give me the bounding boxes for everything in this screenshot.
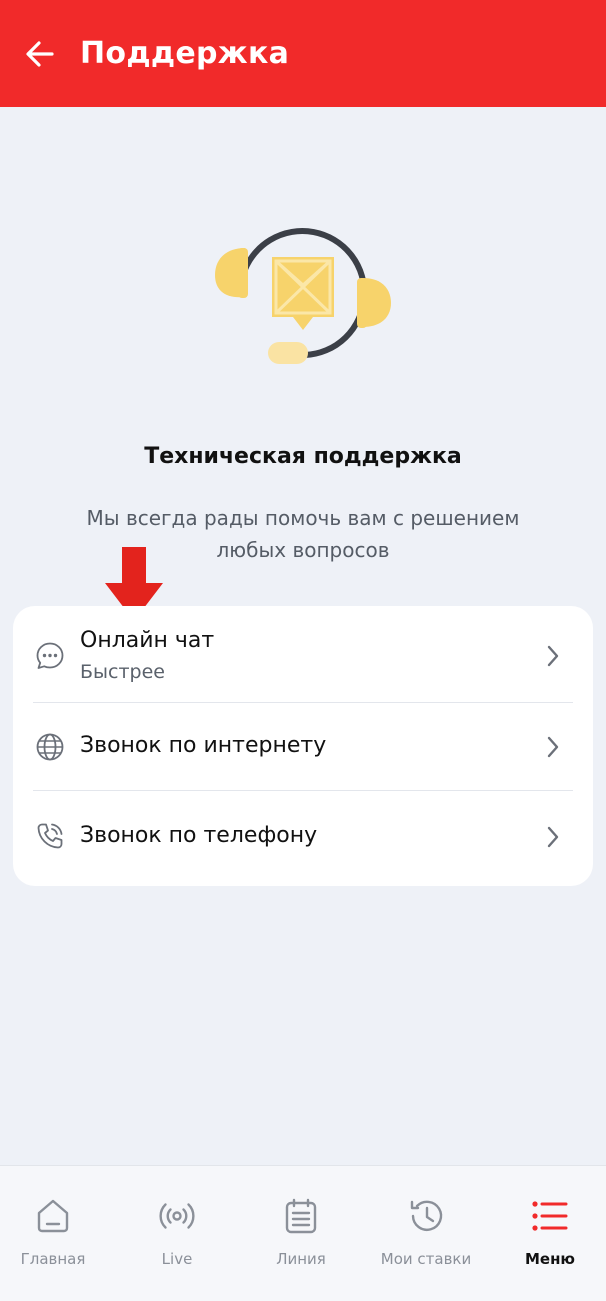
support-headset-illustration: [205, 205, 401, 375]
nav-item-live[interactable]: Live: [122, 1196, 232, 1268]
chat-bubble-icon: [35, 641, 65, 671]
nav-label: Мои ставки: [380, 1250, 472, 1268]
nav-label: Меню: [524, 1250, 576, 1268]
option-label: Звонок по интернету: [80, 733, 327, 758]
nav-label: Live: [161, 1250, 193, 1268]
option-label: Звонок по телефону: [80, 823, 318, 848]
support-options-card: Онлайн чат Быстрее Звонок по интернету З…: [13, 606, 593, 886]
back-button[interactable]: [20, 34, 60, 74]
calendar-list-icon: [281, 1196, 321, 1236]
menu-list-icon: [530, 1196, 570, 1236]
subtitle-line-1: Мы всегда рады помочь вам с решением: [86, 506, 520, 530]
nav-item-line[interactable]: Линия: [246, 1196, 356, 1268]
section-title: Техническая поддержка: [144, 444, 462, 469]
app-header: Поддержка: [0, 0, 606, 107]
chevron-right-icon: [543, 825, 563, 849]
home-icon: [33, 1196, 73, 1236]
nav-label: Главная: [20, 1250, 86, 1268]
arrow-left-icon: [26, 40, 54, 67]
globe-icon: [35, 732, 65, 762]
nav-item-home[interactable]: Главная: [0, 1196, 108, 1268]
chevron-right-icon: [543, 644, 563, 668]
nav-item-my-bets[interactable]: Мои ставки: [371, 1196, 481, 1268]
history-clock-icon: [406, 1196, 446, 1236]
option-online-chat[interactable]: Онлайн чат Быстрее: [13, 606, 593, 703]
phone-call-icon: [35, 821, 65, 851]
option-internet-call[interactable]: Звонок по интернету: [13, 703, 593, 791]
bottom-navigation: Главная Live Линия Мои ставки Меню: [0, 1165, 606, 1301]
nav-item-menu[interactable]: Меню: [495, 1196, 605, 1268]
chevron-right-icon: [543, 735, 563, 759]
option-phone-call[interactable]: Звонок по телефону: [13, 791, 593, 883]
option-sublabel: Быстрее: [80, 661, 165, 683]
option-label: Онлайн чат: [80, 628, 215, 653]
broadcast-icon: [157, 1196, 197, 1236]
nav-label: Линия: [276, 1250, 326, 1268]
page-title: Поддержка: [80, 36, 290, 71]
